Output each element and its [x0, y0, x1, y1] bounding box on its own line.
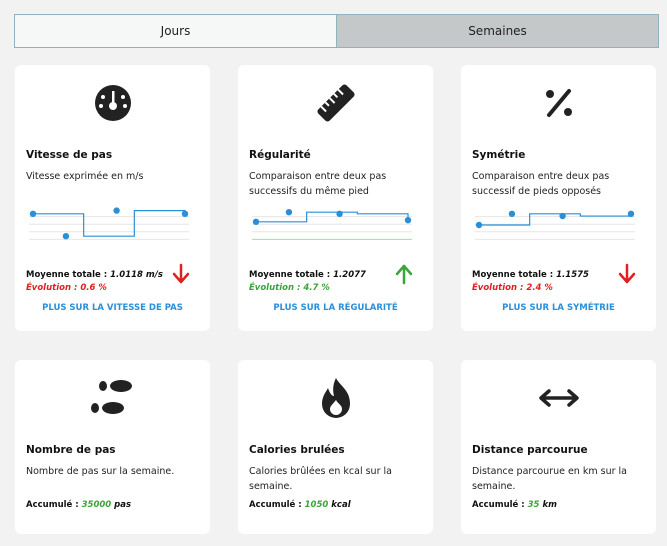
average-value: 1.2077: [333, 270, 366, 280]
metric-card-regularity: Régularité Comparaison entre deux pas su…: [238, 65, 433, 331]
arrow-down-icon: [172, 263, 190, 289]
average-label: Moyenne totale :: [249, 270, 331, 280]
percent-icon: [461, 81, 656, 125]
series-line: [479, 213, 632, 226]
total-card-steps: Nombre de pas Nombre de pas sur la semai…: [15, 360, 210, 534]
average-line: Moyenne totale : 1.2077: [249, 269, 366, 282]
metric-description: Vitesse exprimée en m/s: [26, 171, 144, 182]
total-title: Nombre de pas: [26, 444, 116, 456]
accumulated-line: Accumulé : 35 km: [472, 500, 557, 510]
total-description: Distance parcourue en km sur la semaine.: [472, 466, 627, 492]
average-value: 1.0118 m/s: [110, 270, 163, 280]
accumulated-unit: pas: [114, 500, 132, 510]
evolution-text: Évolution : 4.7 %: [249, 283, 330, 293]
total-title: Calories brulées: [249, 444, 345, 456]
data-point: [285, 209, 293, 216]
accumulated-label: Accumulé :: [26, 500, 79, 510]
arrow-up-icon: [395, 263, 413, 289]
total-card-calories: Calories brulées Calories brûlées en kca…: [238, 360, 433, 534]
metric-title: Symétrie: [472, 149, 526, 161]
more-regularity-link[interactable]: PLUS SUR LA RÉGULARITÉ: [238, 303, 433, 313]
metric-card-speed: Vitesse de pas Vitesse exprimée en m/s M…: [15, 65, 210, 331]
more-symmetry-link[interactable]: PLUS SUR LA SYMÉTRIE: [461, 303, 656, 313]
total-card-distance: Distance parcourue Distance parcourue en…: [461, 360, 656, 534]
accumulated-value: 35000: [81, 500, 112, 510]
data-point: [62, 233, 70, 240]
accumulated-line: Accumulé : 35000 pas: [26, 500, 131, 510]
tab-days[interactable]: Jours: [15, 15, 336, 47]
accumulated-label: Accumulé :: [472, 500, 525, 510]
average-line: Moyenne totale : 1.1575: [472, 269, 589, 282]
double-arrow-icon: [461, 376, 656, 420]
metric-sparkline: [475, 210, 635, 240]
metric-description: Comparaison entre deux pas successifs du…: [249, 171, 387, 197]
average-line: Moyenne totale : 1.0118 m/s: [26, 269, 163, 282]
data-point: [559, 212, 566, 220]
accumulated-unit: km: [542, 500, 557, 510]
average-value: 1.1575: [556, 270, 589, 280]
metric-sparkline: [252, 209, 412, 240]
total-description: Nombre de pas sur la semaine.: [26, 466, 175, 477]
metric-sparkline: [29, 207, 189, 240]
metric-description: Comparaison entre deux pas successif de …: [472, 171, 610, 197]
speedometer-icon: [15, 81, 210, 125]
average-label: Moyenne totale :: [26, 270, 108, 280]
data-point: [475, 221, 483, 229]
data-point: [252, 218, 260, 225]
data-point: [113, 207, 120, 214]
metric-title: Régularité: [249, 149, 311, 161]
data-point: [181, 210, 189, 217]
data-point: [508, 210, 516, 217]
accumulated-value: 35: [527, 500, 540, 510]
total-title: Distance parcourue: [472, 444, 588, 456]
evolution-text: Évolution : 0.6 %: [26, 283, 107, 293]
tab-weeks[interactable]: Semaines: [336, 15, 658, 47]
data-point: [404, 217, 412, 224]
flame-icon: [238, 376, 433, 420]
arrow-down-icon: [618, 263, 636, 289]
accumulated-line: Accumulé : 1050 kcal: [249, 500, 351, 510]
average-label: Moyenne totale :: [472, 270, 554, 280]
evolution-text: Évolution : 2.4 %: [472, 283, 553, 293]
more-speed-link[interactable]: PLUS SUR LA VITESSE DE PAS: [15, 303, 210, 313]
period-tabs: Jours Semaines: [14, 14, 659, 48]
accumulated-unit: kcal: [331, 500, 351, 510]
series-line: [33, 210, 186, 237]
footprints-icon: [15, 376, 210, 420]
accumulated-label: Accumulé :: [249, 500, 302, 510]
metric-card-symmetry: Symétrie Comparaison entre deux pas succ…: [461, 65, 656, 331]
data-point: [627, 210, 635, 217]
total-description: Calories brûlées en kcal sur la semaine.: [249, 466, 392, 492]
metric-title: Vitesse de pas: [26, 149, 113, 161]
ruler-icon: [238, 81, 433, 125]
data-point: [29, 210, 37, 217]
accumulated-value: 1050: [304, 500, 329, 510]
data-point: [336, 210, 343, 217]
